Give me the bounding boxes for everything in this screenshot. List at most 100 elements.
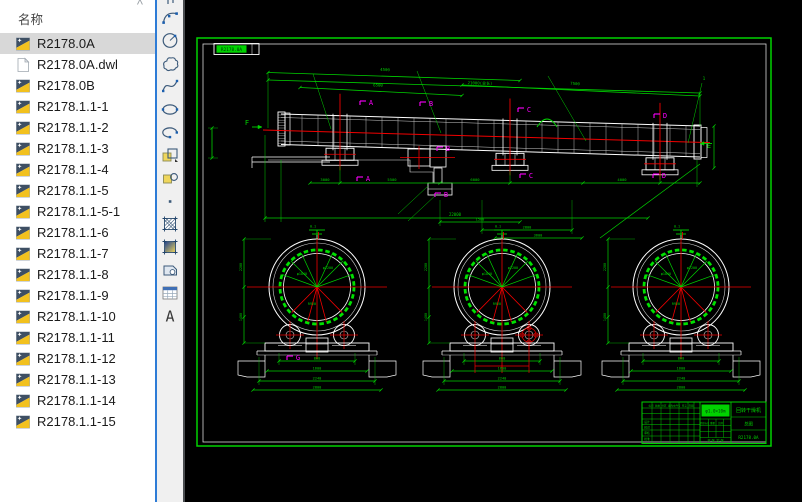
svg-text:2240: 2240 — [498, 377, 507, 381]
table-icon[interactable] — [159, 283, 181, 302]
file-item[interactable]: R2178.1.1-6 — [0, 222, 155, 243]
svg-text:1400: 1400 — [239, 313, 243, 321]
svg-text:总图: 总图 — [744, 421, 753, 428]
svg-text:批准: 批准 — [644, 437, 650, 441]
dwg-file-icon — [15, 225, 31, 241]
dwg-file-icon — [15, 141, 31, 157]
svg-text:D: D — [663, 112, 667, 120]
dwg-file-icon — [15, 183, 31, 199]
file-item[interactable]: R2178.1.1-1 — [0, 96, 155, 117]
insert-block-icon[interactable] — [159, 145, 181, 164]
hatch-icon[interactable] — [159, 214, 181, 233]
file-item-label: R2178.0A — [37, 36, 95, 51]
file-item[interactable]: R2178.1.1-9 — [0, 285, 155, 306]
file-item[interactable]: R2178.1.1-5-1 — [0, 201, 155, 222]
svg-text:2800: 2800 — [313, 386, 322, 390]
svg-text:5500: 5500 — [387, 177, 397, 182]
file-item[interactable]: R2178.1.1-5 — [0, 180, 155, 201]
file-item-label: R2178.1.1-9 — [37, 288, 109, 303]
revision-cloud-icon[interactable] — [159, 53, 181, 72]
svg-text:1600: 1600 — [498, 367, 507, 371]
dwg-file-icon — [15, 267, 31, 283]
svg-text:φ2200: φ2200 — [323, 266, 333, 270]
file-item[interactable]: R2178.1.1-12 — [0, 348, 155, 369]
dwg-file-icon — [15, 309, 31, 325]
file-item[interactable]: R2178.1.1-7 — [0, 243, 155, 264]
title-block: 标记 处数 分区 更改文件号 签字 日期设计校对审核批准φ1.0×10m阶段标记… — [642, 402, 766, 444]
svg-text:6500: 6500 — [373, 82, 383, 87]
file-item[interactable]: R2178.1.1-2 — [0, 117, 155, 138]
svg-text:比例: 比例 — [718, 421, 723, 425]
svg-text:0.1: 0.1 — [310, 225, 316, 229]
file-item[interactable]: R2178.1.1-13 — [0, 369, 155, 390]
svg-text:7500: 7500 — [570, 81, 580, 86]
svg-text:回转干燥机: 回转干燥机 — [736, 407, 761, 414]
svg-text:2200: 2200 — [239, 263, 243, 271]
file-item[interactable]: R2178.1.1-8 — [0, 264, 155, 285]
sort-ascending-icon[interactable]: ^ — [137, 0, 143, 12]
svg-text:2240: 2240 — [313, 377, 322, 381]
file-item[interactable]: R2178.1.1-4 — [0, 159, 155, 180]
file-item-label: R2178.1.1-14 — [37, 393, 116, 408]
file-item-label: R2178.1.1-2 — [37, 120, 109, 135]
file-item-label: R2178.1.1-1 — [37, 99, 109, 114]
file-item[interactable]: R2178.0A — [0, 33, 155, 54]
file-item[interactable]: R2178.1.1-10 — [0, 306, 155, 327]
dwg-file-icon — [15, 162, 31, 178]
svg-text:校对: 校对 — [644, 426, 650, 430]
file-item[interactable]: R2178.1.1-3 — [0, 138, 155, 159]
circle-icon[interactable] — [159, 30, 181, 49]
draw-toolbar: A — [155, 0, 185, 502]
svg-text:F: F — [245, 119, 249, 127]
side-view: 4500650021000(总长)75001FE3000550060004000… — [208, 67, 716, 240]
file-item-label: R2178.1.1-10 — [37, 309, 116, 324]
dwg-file-icon — [15, 78, 31, 94]
svg-text:审核: 审核 — [644, 431, 650, 435]
file-item-label: R2178.1.1-11 — [37, 330, 115, 345]
cad-canvas[interactable]: R2178.0A 4500650021000(总长)75001FE30005500… — [185, 0, 802, 502]
svg-text:重量: 重量 — [710, 421, 715, 425]
dwg-file-icon — [15, 288, 31, 304]
gradient-icon[interactable] — [159, 237, 181, 256]
file-item[interactable]: R2178.0B — [0, 75, 155, 96]
ellipse-arc-icon[interactable] — [159, 122, 181, 141]
region-icon[interactable] — [159, 260, 181, 279]
file-item-label: R2178.1.1-5-1 — [37, 204, 120, 219]
file-list-header: 名称 ^ — [0, 0, 155, 33]
make-block-icon[interactable] — [159, 168, 181, 187]
file-item[interactable]: R2178.1.1-15 — [0, 411, 155, 432]
svg-text:B: B — [446, 145, 450, 153]
svg-text:0.1: 0.1 — [495, 225, 501, 229]
svg-text:2800: 2800 — [677, 386, 686, 390]
svg-text:R920: R920 — [672, 302, 680, 306]
svg-text:A: A — [369, 99, 374, 107]
point-icon[interactable] — [159, 191, 181, 210]
clipped-tool-icon[interactable] — [159, 0, 181, 5]
cad-drawing[interactable]: R2178.0A 4500650021000(总长)75001FE30005500… — [185, 0, 802, 502]
file-item[interactable]: R2178.1.1-14 — [0, 390, 155, 411]
svg-text:设计: 设计 — [644, 420, 650, 424]
svg-text:R920: R920 — [308, 302, 316, 306]
svg-text:共1张 第1张: 共1张 第1张 — [707, 439, 723, 443]
file-item[interactable]: R2178.1.1-11 — [0, 327, 155, 348]
svg-text:阶段标记: 阶段标记 — [700, 421, 710, 425]
svg-text:2800: 2800 — [523, 226, 532, 230]
multiline-text-icon[interactable]: A — [159, 306, 181, 325]
arc-icon[interactable] — [159, 7, 181, 26]
file-item[interactable]: R2178.0A.dwl — [0, 54, 155, 75]
file-item-label: R2178.1.1-13 — [37, 372, 116, 387]
dwg-file-icon — [15, 204, 31, 220]
file-item-label: R2178.1.1-12 — [37, 351, 116, 366]
svg-text:φ1840: φ1840 — [482, 272, 492, 276]
svg-text:800: 800 — [678, 357, 685, 361]
spline-icon[interactable] — [159, 76, 181, 95]
svg-text:φ2200: φ2200 — [508, 266, 518, 270]
column-header-name[interactable]: 名称 — [18, 9, 43, 28]
svg-text:R2178.0A: R2178.0A — [738, 435, 759, 440]
svg-text:B: B — [444, 191, 448, 199]
svg-text:G: G — [296, 354, 300, 362]
dwg-file-icon — [15, 372, 31, 388]
cross-section-view: φ1840φ2200R9200.180016002240280022001400 — [602, 225, 760, 392]
ellipse-icon[interactable] — [159, 99, 181, 118]
dwg-file-icon — [15, 36, 31, 52]
